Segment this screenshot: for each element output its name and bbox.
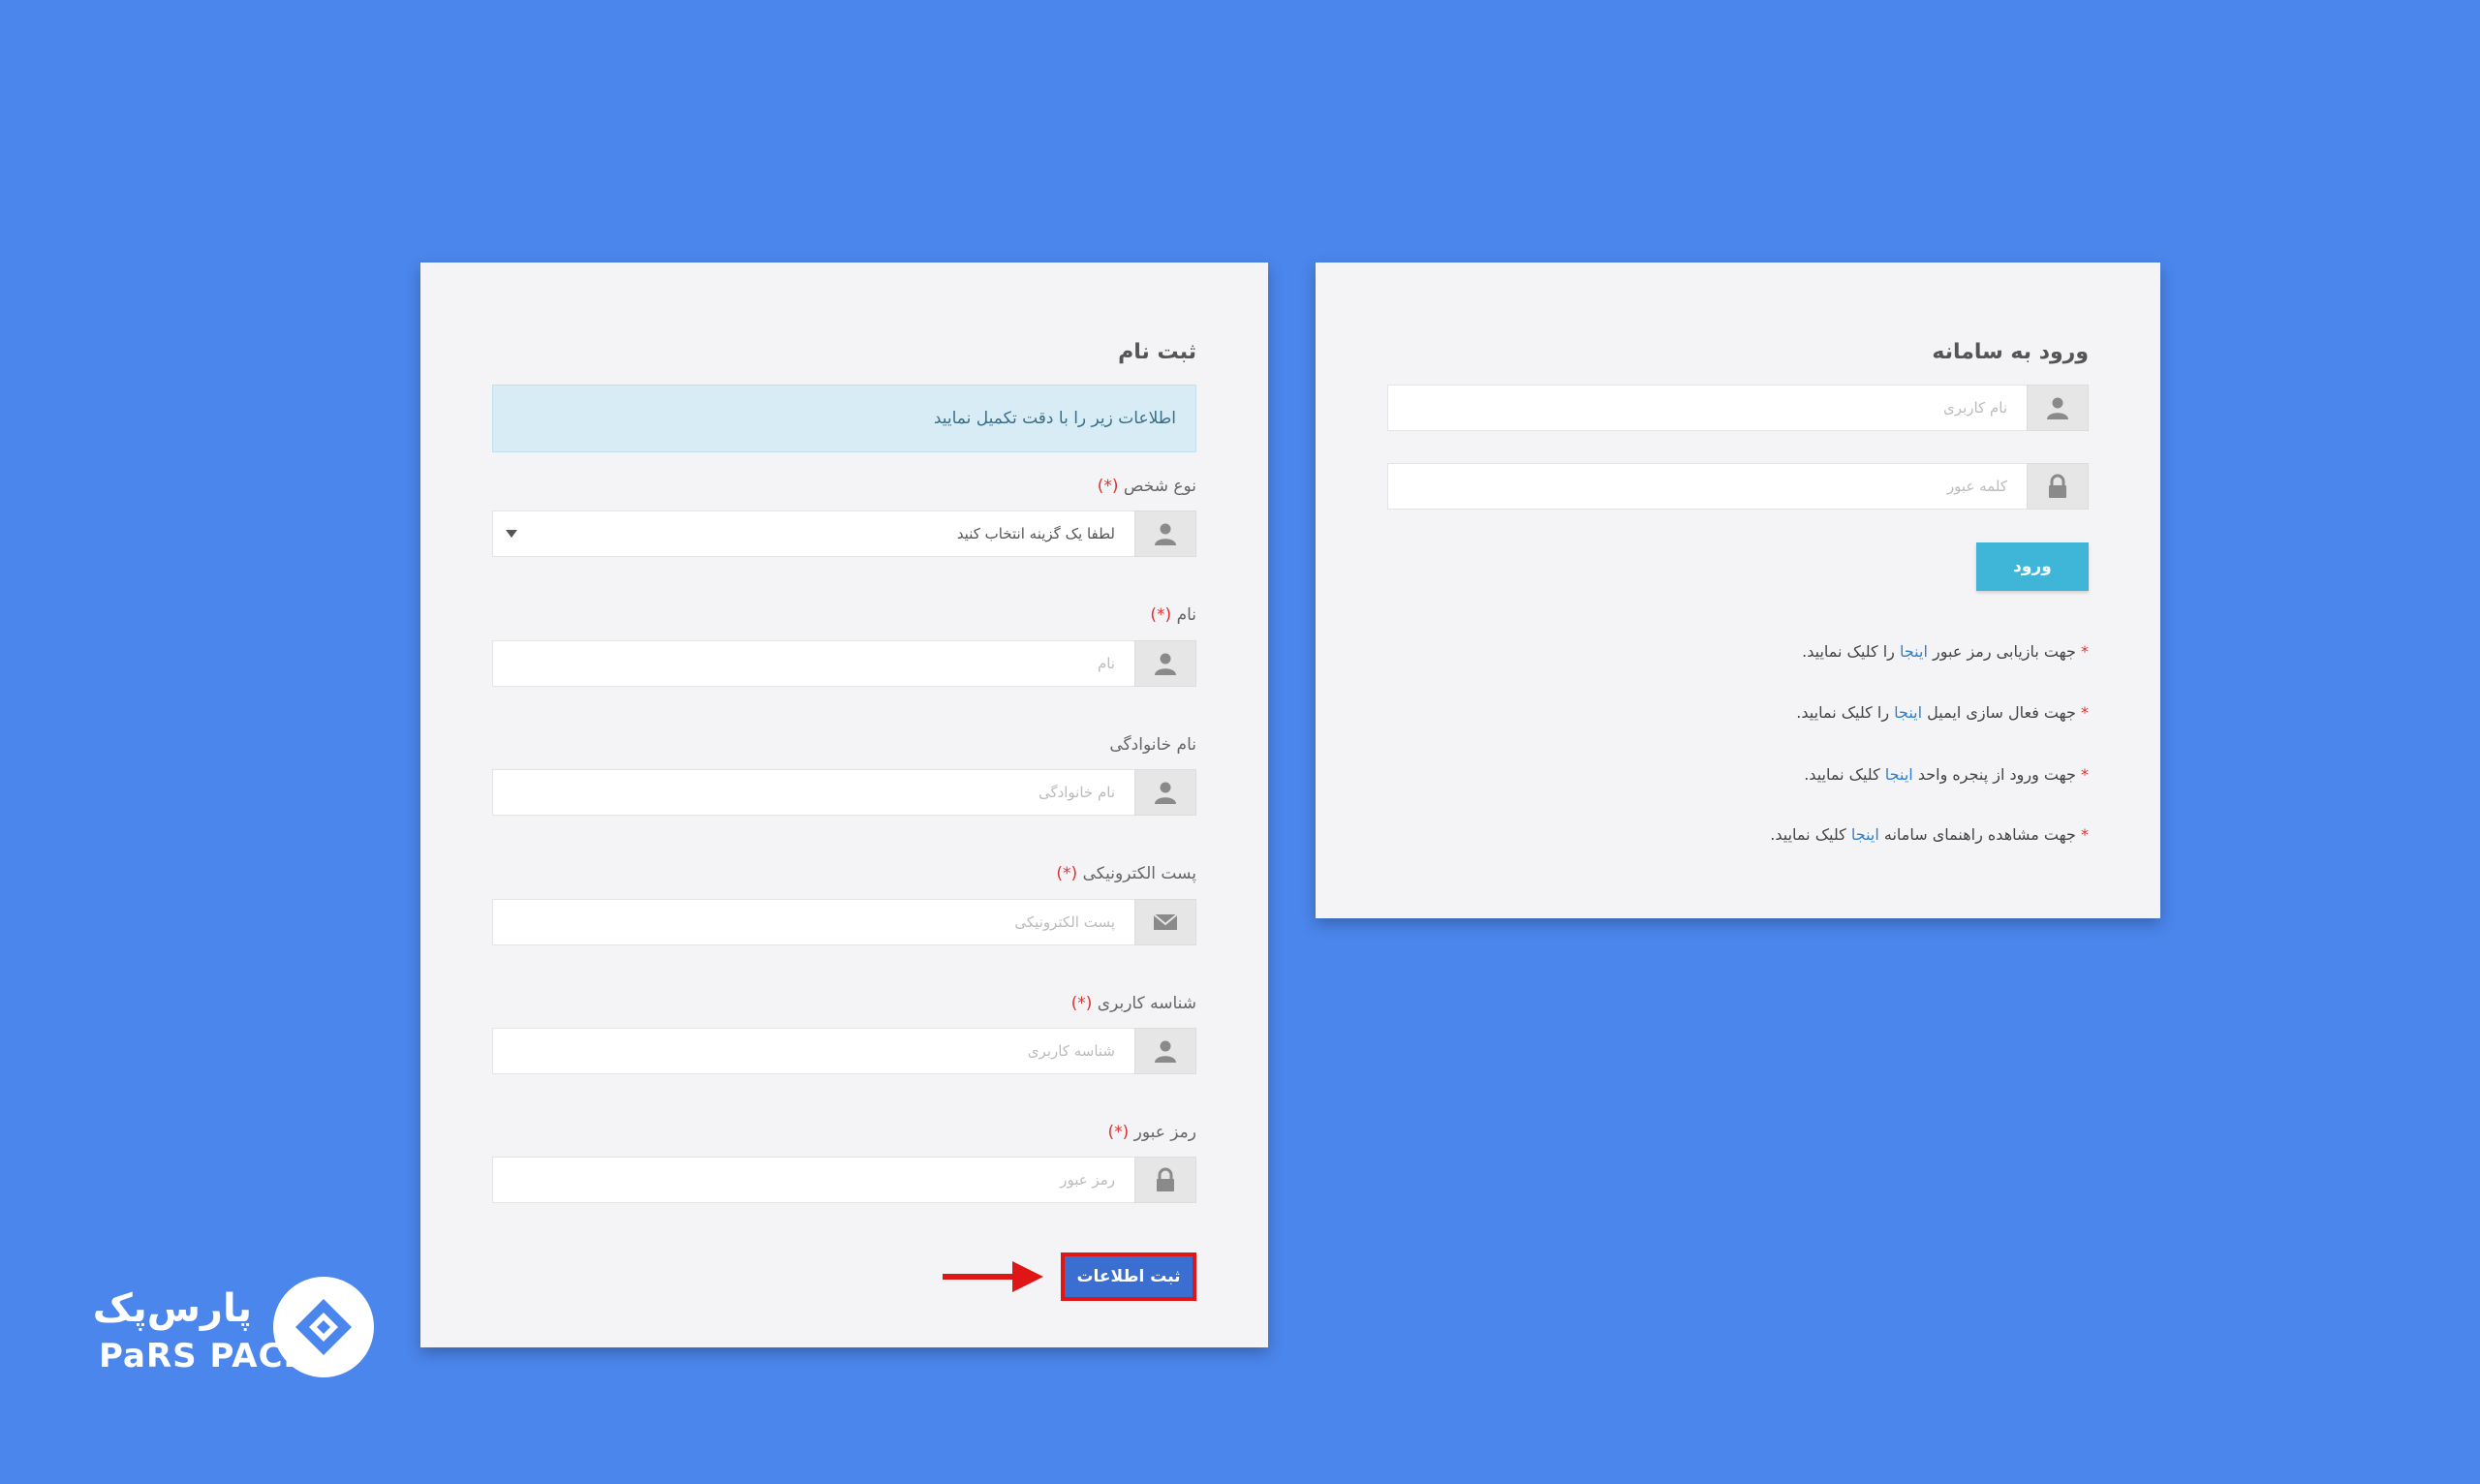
bullet: * [2081, 825, 2089, 844]
help-line-password-recovery: * جهت بازیابی رمز عبور اینجا را کلیک نما… [1802, 642, 2089, 661]
last-name-row: نام خانوادگی [492, 769, 1196, 816]
email-label-text: پست الکترونیکی [1082, 864, 1196, 883]
help-text: جهت مشاهده راهنمای سامانه [1883, 825, 2076, 844]
single-window-link[interactable]: اینجا [1885, 765, 1913, 784]
lock-icon [2027, 463, 2089, 510]
register-panel: ثبت نام اطلاعات زیر را با دقت تکمیل نمای… [420, 263, 1268, 1347]
logo-diamond-icon [295, 1299, 352, 1355]
lock-icon [1134, 1157, 1196, 1203]
help-text: کلیک نمایید. [1770, 825, 1846, 844]
username-input[interactable]: شناسه کاربری [492, 1028, 1134, 1074]
register-title: ثبت نام [1118, 340, 1196, 364]
password-label-text: رمز عبور [1133, 1123, 1196, 1142]
required-mark: (*) [1070, 994, 1093, 1013]
required-mark: (*) [1150, 605, 1172, 625]
login-username-input[interactable]: نام کاربری [1387, 385, 2027, 431]
required-mark: (*) [1097, 477, 1119, 496]
password-row: رمز عبور [492, 1157, 1196, 1203]
help-text: را کلیک نمایید. [1802, 642, 1895, 661]
submit-info-button[interactable]: ثبت اطلاعات [1061, 1252, 1196, 1301]
person-type-label-text: نوع شخص [1123, 477, 1196, 496]
person-type-row: لطفا یک گزینه انتخاب کنید [492, 510, 1196, 557]
username-label: شناسه کاربری (*) [1071, 994, 1196, 1013]
first-name-label-text: نام [1176, 605, 1196, 625]
username-row: شناسه کاربری [492, 1028, 1196, 1074]
user-icon [1134, 769, 1196, 816]
login-password-input[interactable]: کلمه عبور [1387, 463, 2027, 510]
first-name-input[interactable]: نام [492, 640, 1134, 687]
info-notice: اطلاعات زیر را با دقت تکمیل نمایید [492, 385, 1196, 452]
red-arrow-icon [943, 1261, 1043, 1292]
bullet: * [2081, 642, 2089, 661]
help-text: جهت ورود از پنجره واحد [1917, 765, 2076, 784]
email-row: پست الکترونیکی [492, 899, 1196, 945]
email-label: پست الکترونیکی (*) [1056, 864, 1196, 883]
login-panel: ورود به سامانه نام کاربری کلمه عبور ورود… [1316, 263, 2160, 918]
chevron-down-icon[interactable] [506, 530, 517, 538]
first-name-row: نام [492, 640, 1196, 687]
help-text: جهت فعال سازی ایمیل [1927, 703, 2076, 722]
user-icon [1134, 640, 1196, 687]
login-button[interactable]: ورود [1976, 542, 2089, 591]
user-icon [2027, 385, 2089, 431]
guide-link[interactable]: اینجا [1851, 825, 1879, 844]
last-name-label: نام خانوادگی [1109, 735, 1196, 755]
user-icon [1134, 1028, 1196, 1074]
logo-mark [273, 1277, 374, 1377]
login-username-row: نام کاربری [1387, 385, 2089, 431]
bullet: * [2081, 765, 2089, 784]
email-activation-link[interactable]: اینجا [1894, 703, 1922, 722]
help-text: را کلیک نمایید. [1796, 703, 1890, 722]
required-mark: (*) [1107, 1123, 1130, 1142]
password-recovery-link[interactable]: اینجا [1900, 642, 1928, 661]
logo-text-fa: پارس‌پک [92, 1286, 252, 1331]
user-icon [1134, 510, 1196, 557]
envelope-icon [1134, 899, 1196, 945]
parspack-logo: پارس‌پک PaRS PACK [92, 1277, 388, 1383]
last-name-input[interactable]: نام خانوادگی [492, 769, 1134, 816]
person-type-select[interactable]: لطفا یک گزینه انتخاب کنید [492, 510, 1134, 557]
help-text: جهت بازیابی رمز عبور [1933, 642, 2076, 661]
email-field[interactable]: پست الکترونیکی [492, 899, 1134, 945]
required-mark: (*) [1056, 864, 1078, 883]
help-line-guide: * جهت مشاهده راهنمای سامانه اینجا کلیک ن… [1770, 825, 2089, 844]
person-type-label: نوع شخص (*) [1098, 477, 1196, 496]
help-line-email-activation: * جهت فعال سازی ایمیل اینجا را کلیک نمای… [1796, 703, 2089, 722]
first-name-label: نام (*) [1150, 605, 1196, 625]
login-title: ورود به سامانه [1932, 340, 2089, 364]
help-line-single-window: * جهت ورود از پنجره واحد اینجا کلیک نمای… [1804, 765, 2089, 784]
help-text: کلیک نمایید. [1804, 765, 1880, 784]
password-input[interactable]: رمز عبور [492, 1157, 1134, 1203]
password-label: رمز عبور (*) [1107, 1123, 1196, 1142]
login-password-row: کلمه عبور [1387, 463, 2089, 510]
bullet: * [2081, 703, 2089, 722]
username-label-text: شناسه کاربری [1097, 994, 1196, 1013]
